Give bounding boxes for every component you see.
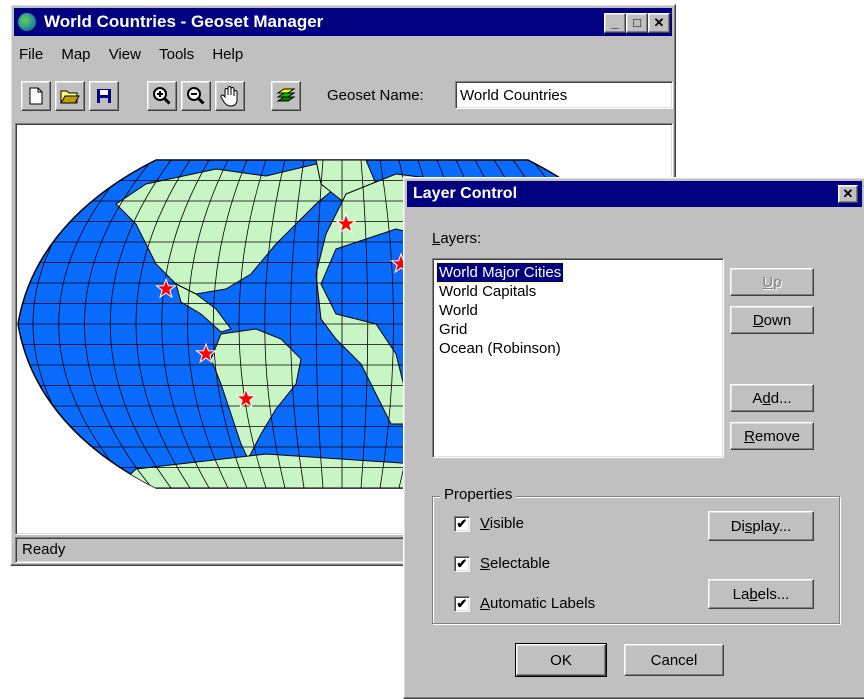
view-tool-group: [145, 79, 253, 111]
geoset-name-input[interactable]: World Countries: [455, 81, 673, 109]
window-title: World Countries - Geoset Manager: [44, 12, 324, 31]
dialog-title: Layer Control: [413, 185, 518, 202]
layer-tool-group: [269, 79, 305, 111]
visible-label: Visible: [480, 515, 524, 532]
zoom-in-icon: [153, 87, 171, 105]
up-button[interactable]: Up: [730, 268, 814, 296]
layer-item-world[interactable]: World: [437, 301, 480, 320]
save-button[interactable]: [89, 81, 119, 111]
properties-label: Properties: [440, 486, 517, 503]
menu-bar: File Map View Tools Help: [19, 43, 257, 67]
add-button[interactable]: Add...: [730, 384, 814, 412]
new-button[interactable]: [21, 81, 51, 111]
close-button[interactable]: ✕: [648, 13, 670, 33]
layer-control-button[interactable]: [271, 81, 301, 111]
selectable-check-icon[interactable]: ✔: [454, 556, 470, 572]
layer-item-world-capitals[interactable]: World Capitals: [437, 282, 538, 301]
selectable-label: Selectable: [480, 555, 551, 572]
layers-icon: [276, 88, 296, 102]
layer-control-dialog: Layer Control ✕ Layers: World Major Citi…: [403, 177, 864, 699]
pan-button[interactable]: [215, 81, 245, 111]
labels-button[interactable]: Labels...: [708, 579, 814, 609]
layer-item-world-major-cities[interactable]: World Major Cities: [435, 262, 565, 283]
zoom-out-icon: [187, 87, 205, 105]
toolbar: Geoset Name: World Countries: [15, 75, 673, 115]
dialog-title-bar[interactable]: Layer Control ✕: [407, 181, 862, 207]
menu-help[interactable]: Help: [212, 43, 243, 67]
layer-item-grid[interactable]: Grid: [437, 320, 469, 339]
pan-icon: [220, 86, 238, 107]
open-icon: [60, 90, 80, 104]
automatic-labels-check-icon[interactable]: ✔: [454, 596, 470, 612]
maximize-button[interactable]: □: [626, 13, 648, 33]
open-button[interactable]: [55, 81, 85, 111]
minimize-button[interactable]: _: [604, 13, 626, 33]
menu-map[interactable]: Map: [61, 43, 90, 67]
main-title-bar[interactable]: World Countries - Geoset Manager _ □ ✕: [14, 8, 672, 36]
layer-item-ocean[interactable]: Ocean (Robinson): [437, 339, 563, 358]
zoom-out-button[interactable]: [181, 81, 211, 111]
new-icon: [29, 87, 43, 105]
dialog-close-button[interactable]: ✕: [838, 185, 858, 203]
layers-listbox[interactable]: World Major Cities World Capitals World …: [432, 258, 724, 458]
menu-file[interactable]: File: [19, 43, 43, 67]
globe-icon: [18, 13, 36, 31]
file-tool-group: [19, 79, 127, 111]
display-button[interactable]: Display...: [708, 511, 814, 541]
zoom-in-button[interactable]: [147, 81, 177, 111]
remove-button[interactable]: Remove: [730, 422, 814, 450]
save-icon: [97, 89, 111, 103]
layers-label: Layers:: [432, 230, 482, 247]
down-button[interactable]: Down: [730, 306, 814, 334]
cancel-button[interactable]: Cancel: [624, 644, 724, 676]
automatic-labels-label: Automatic Labels: [480, 595, 596, 612]
ok-button[interactable]: OK: [515, 643, 607, 677]
menu-tools[interactable]: Tools: [159, 43, 194, 67]
menu-view[interactable]: View: [109, 43, 141, 67]
visible-check-icon[interactable]: ✔: [454, 516, 470, 532]
geoset-name-label: Geoset Name:: [327, 87, 424, 104]
